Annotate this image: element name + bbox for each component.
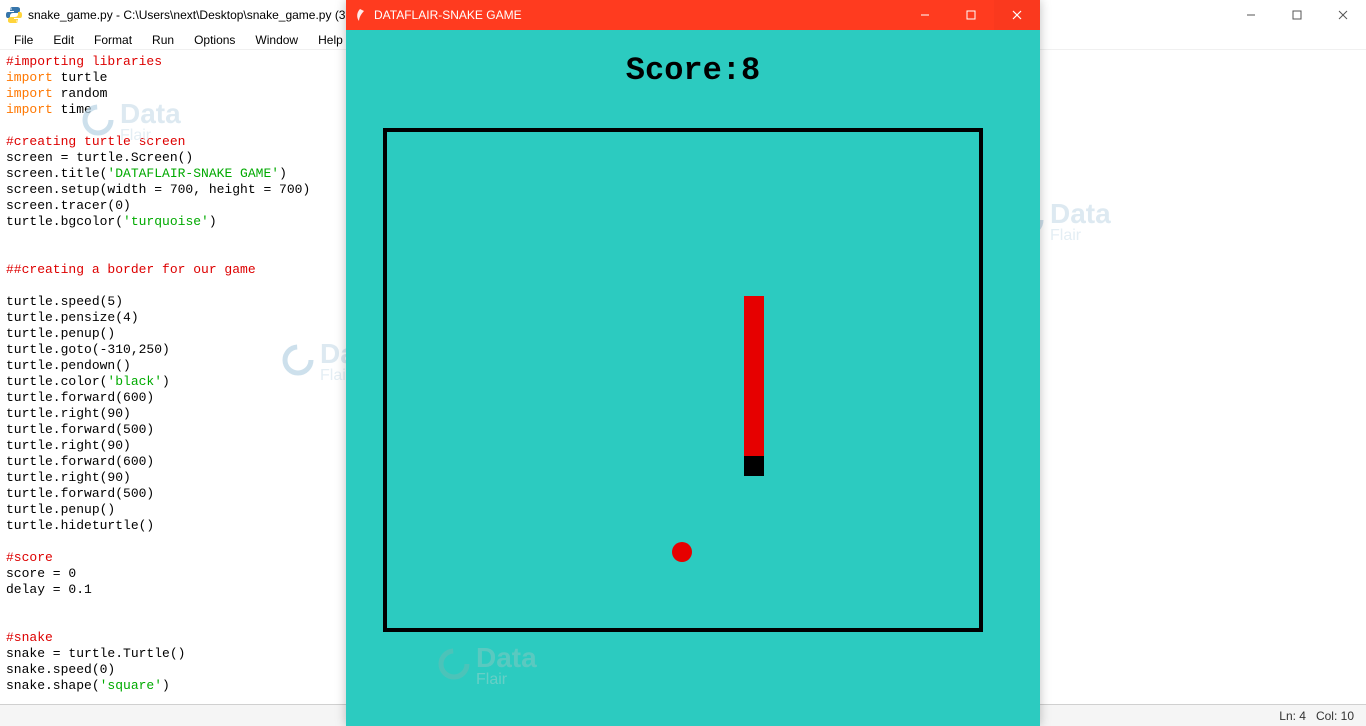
snake-body-segment [744, 336, 764, 356]
snake-body-segment [744, 376, 764, 396]
status-col: Col: 10 [1316, 709, 1354, 723]
python-file-icon [6, 7, 22, 23]
snake-body-segment [744, 396, 764, 416]
snake-head [744, 456, 764, 476]
menu-file[interactable]: File [4, 31, 43, 49]
game-title-text: DATAFLAIR-SNAKE GAME [374, 8, 902, 22]
score-label: Score:8 [346, 52, 1040, 89]
game-window: DATAFLAIR-SNAKE GAME Score:8 DataFlair [346, 0, 1040, 726]
menu-run[interactable]: Run [142, 31, 184, 49]
snake-body-segment [744, 416, 764, 436]
game-titlebar: DATAFLAIR-SNAKE GAME [346, 0, 1040, 30]
maximize-button[interactable] [948, 0, 994, 30]
minimize-button[interactable] [902, 0, 948, 30]
close-button[interactable] [994, 0, 1040, 30]
tk-feather-icon [352, 7, 368, 23]
status-line: Ln: 4 [1279, 709, 1306, 723]
food-dot [672, 542, 692, 562]
game-window-controls [902, 0, 1040, 30]
snake-body-segment [744, 356, 764, 376]
menu-edit[interactable]: Edit [43, 31, 84, 49]
menu-format[interactable]: Format [84, 31, 142, 49]
idle-window-controls [1228, 0, 1366, 30]
minimize-button[interactable] [1228, 0, 1274, 30]
close-button[interactable] [1320, 0, 1366, 30]
menu-options[interactable]: Options [184, 31, 245, 49]
snake-body-segment [744, 436, 764, 456]
game-canvas[interactable]: Score:8 DataFlair [346, 30, 1040, 726]
menu-window[interactable]: Window [245, 31, 308, 49]
watermark: DataFlair [436, 644, 537, 688]
snake-body-segment [744, 296, 764, 316]
snake-body-segment [744, 316, 764, 336]
maximize-button[interactable] [1274, 0, 1320, 30]
